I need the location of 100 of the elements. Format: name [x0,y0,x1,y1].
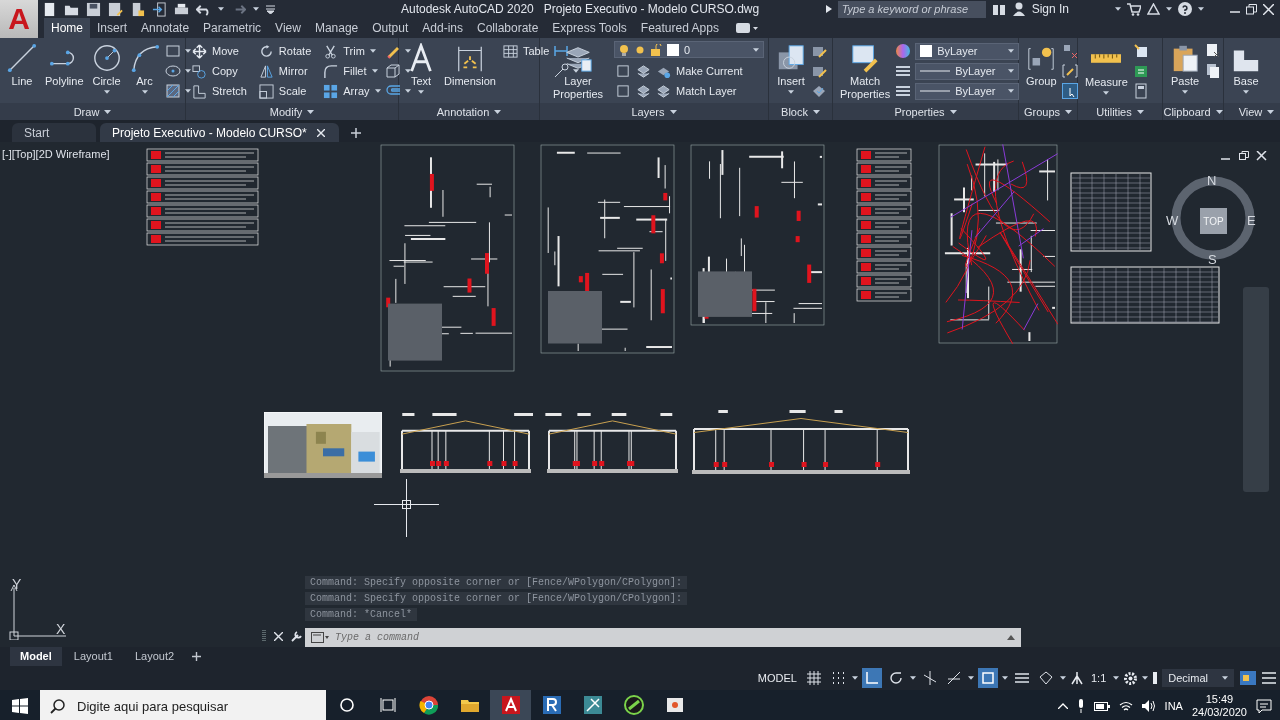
add-layout-icon[interactable] [192,652,202,661]
ribbon-tool-button[interactable]: Mirror [256,61,314,81]
wrench-icon[interactable] [291,630,303,642]
caret-icon[interactable] [1008,89,1015,93]
ribbon-tool-button[interactable]: Fillet [321,61,383,81]
caret-icon[interactable] [1115,7,1121,11]
caret-icon[interactable] [103,90,110,94]
dropdown-field[interactable]: ByLayer [915,62,1020,80]
ribbon-tab[interactable]: Home [44,18,90,38]
compass-label[interactable]: E [1247,213,1256,228]
ribbon-tab[interactable]: Output [365,18,416,38]
ribbon-tab[interactable]: Express Tools [545,18,634,38]
dropdown-field[interactable]: ByLayer [915,82,1020,100]
caret-icon[interactable] [1267,109,1275,114]
calculator-icon[interactable] [1132,83,1149,99]
viewport-controls-label[interactable]: [-][Top][2D Wireframe] [2,148,110,160]
cart-icon[interactable] [1127,2,1141,16]
ribbon-tool-button[interactable]: Base [1228,41,1264,96]
video-toggle-icon[interactable] [735,22,758,34]
ribbon-tool-button[interactable]: Dimension [441,41,499,90]
file-tab[interactable]: Projeto Executivo - Modelo CURSO* [100,123,339,142]
help-icon[interactable] [1178,2,1192,16]
taskbar-search-bar[interactable]: Digite aqui para pesquisar [40,690,326,720]
caret-icon[interactable] [404,69,411,73]
annotation-scale-icon[interactable] [1069,671,1084,685]
microphone-icon[interactable] [1076,699,1085,713]
caret-icon[interactable] [753,47,759,52]
caret-icon[interactable] [909,676,916,680]
settings-icon[interactable] [1123,670,1139,686]
ribbon-tool-button[interactable]: Rotate [256,41,314,61]
caret-icon[interactable] [1166,7,1172,11]
leader-icon[interactable] [553,63,570,79]
dropdown-field[interactable]: ByLayer [915,42,1020,60]
ribbon-tool-button[interactable]: Circle [88,41,125,96]
group-select-icon[interactable] [1061,83,1078,99]
expand-history-icon[interactable] [1007,635,1015,640]
model-space-button[interactable]: MODEL [754,670,800,686]
caret-icon[interactable] [404,89,411,93]
caret-icon[interactable] [1065,109,1073,114]
caret-icon[interactable] [669,109,677,114]
notifications-icon[interactable] [1256,699,1272,713]
ortho-toggle[interactable] [861,668,882,688]
ribbon-tool-button[interactable]: Move [190,41,249,61]
save-icon[interactable] [86,1,101,17]
ribbon-tool-button[interactable]: Make Current [614,61,764,81]
restore-icon[interactable] [1246,3,1257,15]
ribbon-tool-button[interactable]: Group [1023,41,1060,90]
caret-icon[interactable] [494,109,502,114]
caret-icon[interactable] [104,109,112,114]
ribbon-tool-button[interactable]: Stretch [190,81,249,101]
count-icon[interactable] [1132,63,1149,79]
ribbon-tab[interactable]: Annotate [134,18,197,38]
caret-icon[interactable] [967,676,974,680]
ribbon-tool-button[interactable]: Copy [190,61,249,81]
wifi-icon[interactable] [1118,700,1133,712]
ribbon-tool-button[interactable]: Scale [256,81,314,101]
hatch-icon[interactable] [164,83,181,99]
copy-clip-icon[interactable] [1205,63,1221,79]
compass-label[interactable]: N [1207,173,1217,188]
taskbar-search-field[interactable]: Digite aqui para pesquisar [75,697,316,715]
caret-icon[interactable] [1243,90,1249,94]
ribbon-tool-button[interactable]: Match Layer [614,81,764,101]
ribbon-tool-button[interactable]: Insert [773,41,809,96]
caret-icon[interactable] [1008,49,1015,53]
close-icon[interactable] [316,128,325,137]
close-icon[interactable] [274,631,283,641]
units-dropdown[interactable]: Decimal [1162,669,1234,687]
customization-menu-icon[interactable] [1262,672,1276,684]
grip-icon[interactable] [262,630,266,642]
osnap-toggle[interactable] [977,668,998,688]
search-field[interactable]: Type a keyword or phrase [837,0,986,18]
command-prompt-icon[interactable] [311,632,329,643]
caret-icon[interactable] [1136,109,1144,114]
caret-icon[interactable] [184,89,191,93]
caret-icon[interactable] [369,49,376,53]
caret-icon[interactable] [788,90,794,94]
isolate-objects-icon[interactable] [1238,669,1258,687]
customize-menu-icon[interactable] [266,4,275,14]
cube-icon[interactable] [384,63,401,79]
layout-tab[interactable]: Layout1 [63,647,123,666]
dropdown-field[interactable]: 0 [614,41,764,58]
ribbon-tab[interactable]: Collaborate [470,18,546,38]
volume-icon[interactable] [1141,700,1156,712]
sign-in-link[interactable]: Sign In [1031,2,1069,16]
ribbon-tool-button[interactable]: Polyline [42,41,87,90]
caret-icon[interactable] [418,90,424,94]
panel-title[interactable]: Draw [73,105,100,118]
task-view-icon[interactable] [379,698,396,712]
add-tab-icon[interactable] [350,127,361,138]
caret-icon[interactable] [1142,676,1149,680]
caret-icon[interactable] [371,69,378,73]
ellipse-icon[interactable] [164,63,181,79]
taskbar-clock[interactable]: 15:49 24/03/2020 [1191,693,1247,719]
caret-icon[interactable] [1059,676,1066,680]
autocad-app-button[interactable] [490,690,531,720]
caret-icon[interactable] [374,89,381,93]
viewport-window-controls-drawing[interactable] [1221,151,1267,161]
close-icon[interactable] [1263,3,1274,15]
ribbon-tab[interactable]: View [268,18,308,38]
caret-icon[interactable] [141,90,148,94]
